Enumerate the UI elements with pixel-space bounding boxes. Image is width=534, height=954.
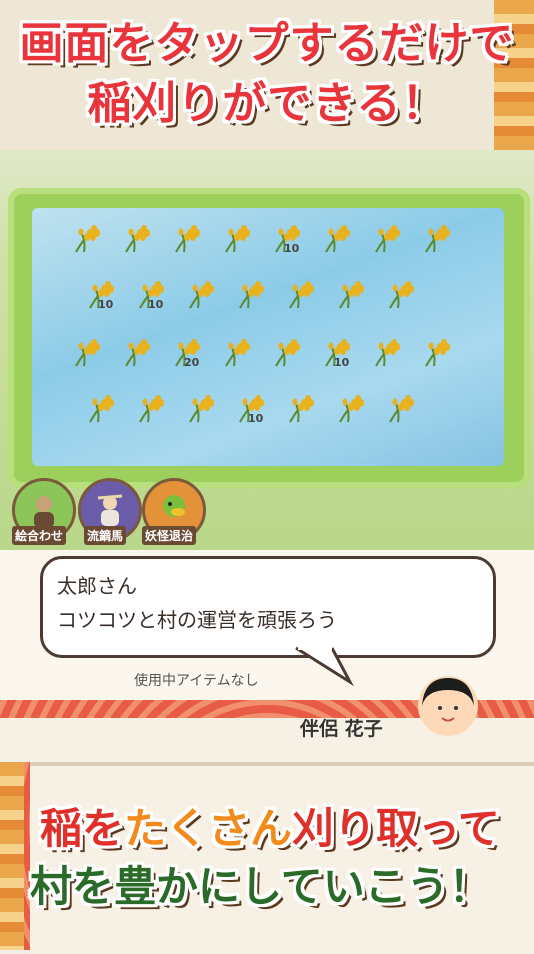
- npc-name: 伴侶 花子: [300, 718, 383, 740]
- rice-plant-icon[interactable]: [384, 390, 418, 424]
- harvest-count: 10: [98, 298, 114, 311]
- rice-plant-icon[interactable]: [370, 220, 404, 254]
- action-yokai-hunt[interactable]: 妖怪退治: [142, 478, 206, 545]
- action-yabusame[interactable]: 流鏑馬: [78, 478, 142, 545]
- rice-plant-icon[interactable]: 10: [270, 220, 304, 255]
- harvest-count: 10: [248, 412, 264, 425]
- action-memory-game[interactable]: 絵合わせ: [12, 478, 76, 545]
- rice-plant-icon[interactable]: [84, 390, 118, 424]
- rice-plant-icon[interactable]: [120, 220, 154, 254]
- rice-plant-icon[interactable]: [220, 220, 254, 254]
- harvest-count: 10: [148, 298, 164, 311]
- rice-plant-icon[interactable]: [170, 220, 204, 254]
- rice-plant-icon[interactable]: 10: [320, 334, 354, 369]
- harvest-count: 10: [334, 356, 350, 369]
- rice-plant-icon[interactable]: [320, 220, 354, 254]
- rice-plant-icon[interactable]: [70, 334, 104, 368]
- action-label: 絵合わせ: [12, 526, 67, 545]
- tagline-line1: 稲をたくさん刈り取って: [40, 808, 500, 850]
- headline-line1: 画面をタップするだけで: [19, 18, 515, 69]
- harvest-count: 10: [284, 242, 300, 255]
- rice-plant-icon[interactable]: [370, 334, 404, 368]
- item-status: 使用中アイテムなし: [134, 673, 259, 689]
- tagline-line2: 村を豊かにしていこう！: [30, 862, 491, 911]
- dialog-message: コツコツと村の運営を頑張ろう: [57, 608, 337, 632]
- rice-plant-icon[interactable]: [334, 390, 368, 424]
- npc-avatar[interactable]: [418, 676, 478, 736]
- rice-plant-icon[interactable]: [420, 334, 454, 368]
- headline-line2: 稲刈りができる！: [87, 78, 447, 129]
- action-label: 流鏑馬: [84, 526, 127, 545]
- rice-plant-icon[interactable]: [270, 334, 304, 368]
- bubble-tail: [295, 646, 354, 686]
- bottom-paper: [30, 762, 534, 954]
- rice-plant-icon[interactable]: 20: [170, 334, 204, 369]
- rice-plant-icon[interactable]: [220, 334, 254, 368]
- rice-plant-icon[interactable]: [234, 276, 268, 310]
- rice-plant-icon[interactable]: 10: [234, 390, 268, 425]
- rice-plant-icon[interactable]: 10: [134, 276, 168, 311]
- speech-bubble[interactable]: 太郎さん コツコツと村の運営を頑張ろう: [40, 556, 496, 658]
- rice-plant-icon[interactable]: [70, 220, 104, 254]
- tagline-part: 刈り取って: [292, 804, 500, 853]
- rice-plant-icon[interactable]: [420, 220, 454, 254]
- action-label: 妖怪退治: [142, 526, 197, 545]
- rice-plant-icon[interactable]: [184, 390, 218, 424]
- rice-plant-icon[interactable]: [134, 390, 168, 424]
- tagline-part: たくさん: [124, 804, 293, 853]
- rice-plant-icon[interactable]: [120, 334, 154, 368]
- rice-plant-icon[interactable]: [284, 276, 318, 310]
- rice-plant-icon[interactable]: [184, 276, 218, 310]
- rice-plant-icon[interactable]: 10: [84, 276, 118, 311]
- rice-plant-icon[interactable]: [284, 390, 318, 424]
- rice-plant-icon[interactable]: [384, 276, 418, 310]
- harvest-count: 20: [184, 356, 200, 369]
- tagline-part: 稲を: [40, 804, 125, 853]
- rice-plant-icon[interactable]: [334, 276, 368, 310]
- speaker-name: 太郎さん: [57, 574, 137, 598]
